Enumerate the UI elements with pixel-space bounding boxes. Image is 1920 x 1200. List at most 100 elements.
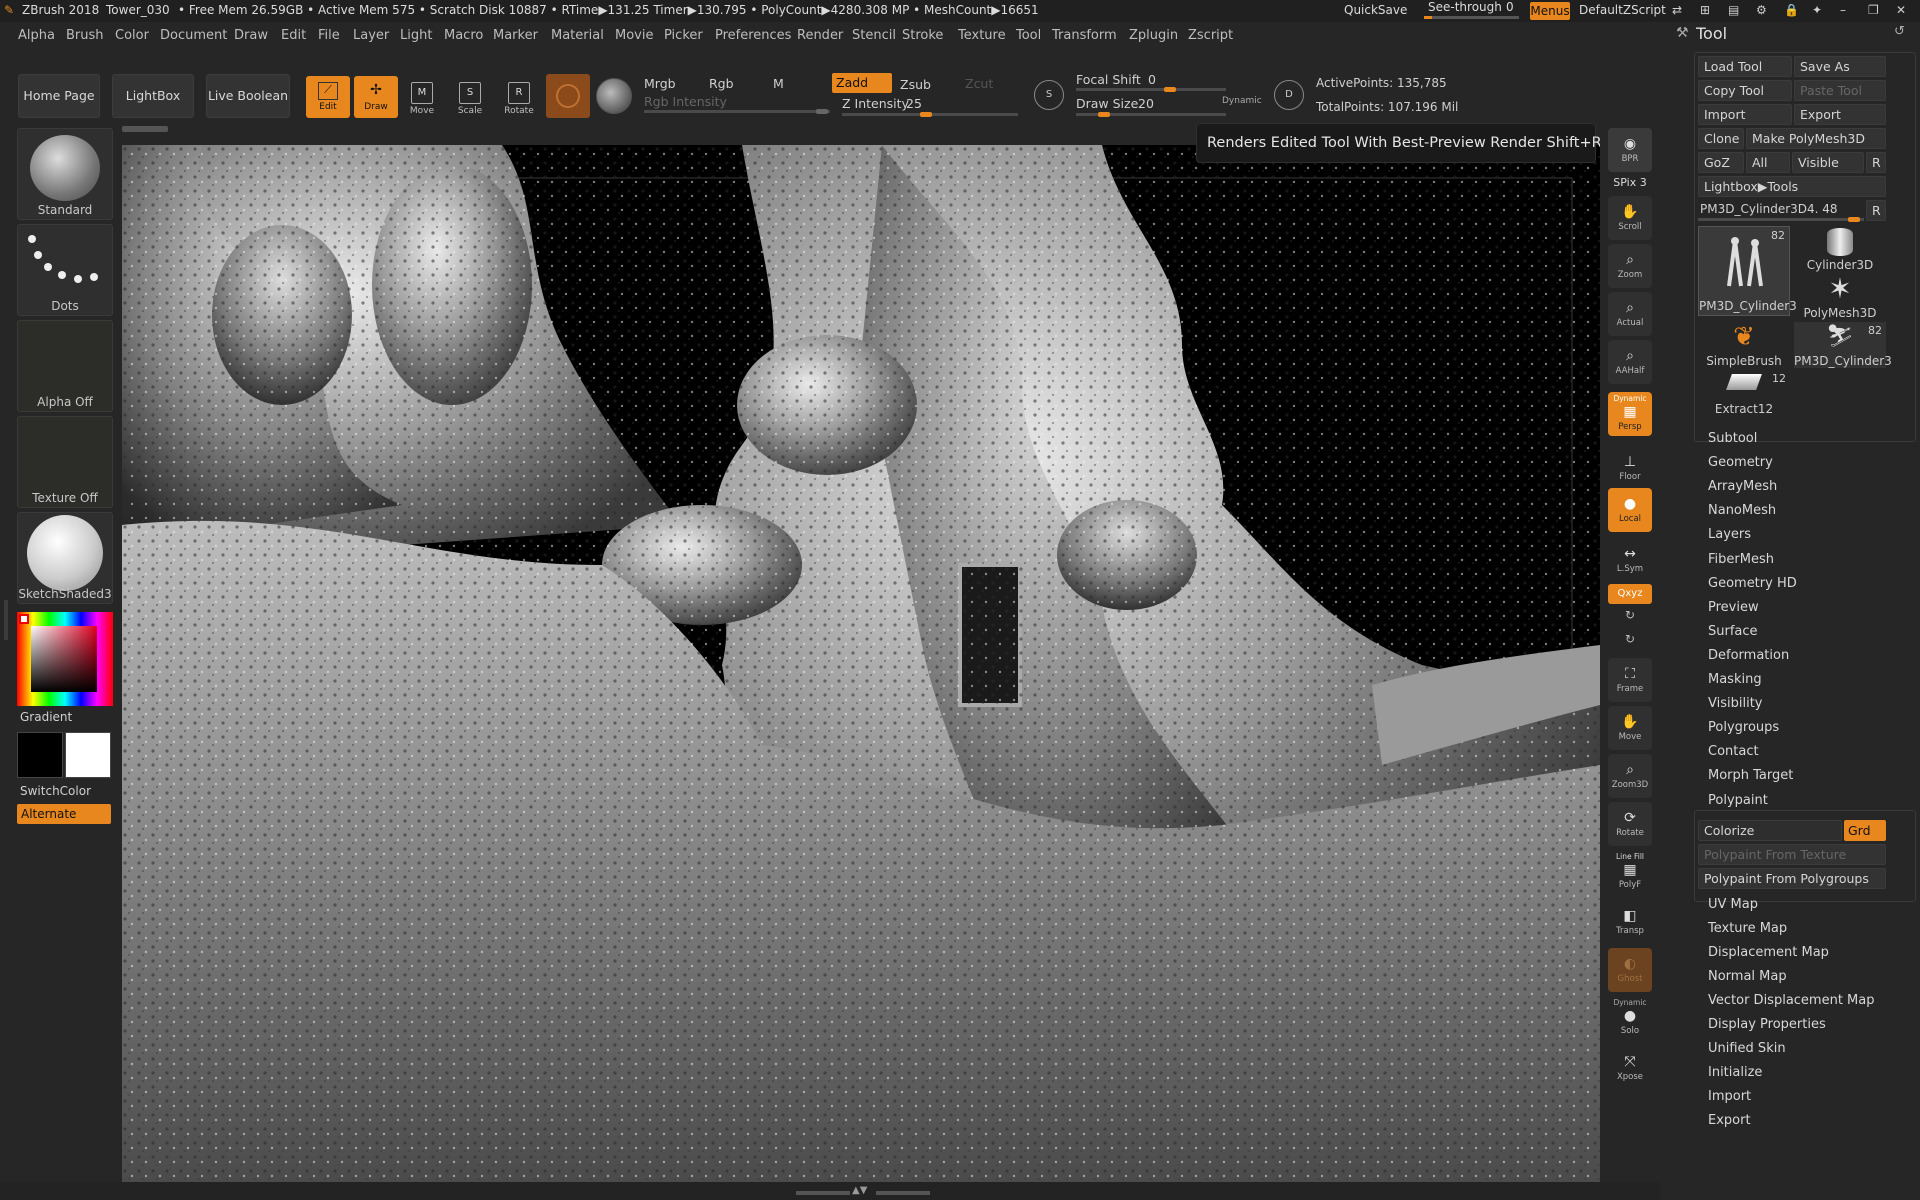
left-tray-collapse-handle[interactable]	[4, 600, 8, 640]
subpalette-polygroups[interactable]: Polygroups	[1708, 720, 1779, 735]
subpalette-texture-map[interactable]: Texture Map	[1708, 921, 1787, 936]
settings-icon[interactable]: ⚙	[1756, 3, 1767, 17]
move-view-button[interactable]: ✋ Move	[1608, 706, 1652, 750]
subpalette-normal-map[interactable]: Normal Map	[1708, 969, 1787, 984]
subpalette-contact[interactable]: Contact	[1708, 744, 1759, 759]
colorize-toggle[interactable]: Colorize	[1698, 820, 1842, 841]
see-through-slider[interactable]: See-through 0	[1424, 0, 1524, 20]
rotate-view-button[interactable]: ⟳ Rotate	[1608, 802, 1652, 846]
gradient-button[interactable]: Gradient	[20, 710, 72, 724]
menu-zplugin[interactable]: Zplugin	[1129, 28, 1178, 43]
save-as-button[interactable]: Save As	[1794, 56, 1886, 77]
home-page-button[interactable]: Home Page	[18, 74, 100, 118]
menu-document[interactable]: Document	[160, 28, 227, 43]
document-canvas[interactable]	[122, 145, 1600, 1182]
menu-texture[interactable]: Texture	[958, 28, 1006, 43]
layout-toggle-icon[interactable]: ⇄	[1672, 3, 1682, 17]
menu-color[interactable]: Color	[115, 28, 149, 43]
clone-button[interactable]: Clone	[1698, 128, 1744, 149]
material-picker[interactable]: SketchShaded3	[17, 512, 113, 604]
dock-icon[interactable]: ▤	[1728, 3, 1739, 17]
paste-tool-button[interactable]: Paste Tool	[1794, 80, 1886, 101]
rgb-button[interactable]: Rgb	[709, 76, 734, 91]
color-saturation-square[interactable]	[31, 626, 97, 692]
menu-stroke[interactable]: Stroke	[902, 28, 943, 43]
subpalette-layers[interactable]: Layers	[1708, 527, 1751, 542]
quicksave-button[interactable]: QuickSave	[1344, 3, 1407, 17]
edit-mode-button[interactable]: ⟋ Edit	[306, 76, 350, 118]
solo-button[interactable]: Dynamic ● Solo	[1608, 996, 1652, 1040]
draw-size-icon[interactable]: D	[1274, 80, 1304, 110]
menu-light[interactable]: Light	[400, 28, 432, 43]
subpalette-visibility[interactable]: Visibility	[1708, 696, 1762, 711]
transp-button[interactable]: ◧ Transp	[1608, 900, 1652, 944]
bottom-tray-handle-left[interactable]	[796, 1191, 850, 1195]
export-tool-button[interactable]: Export	[1794, 104, 1886, 125]
grd-button[interactable]: Grd	[1844, 820, 1886, 841]
brush-picker[interactable]: Standard	[17, 128, 113, 220]
menu-file[interactable]: File	[318, 28, 340, 43]
menu-material[interactable]: Material	[551, 28, 604, 43]
tool-thumb-pm3d-cylinder-2[interactable]: ⛷ 82 PM3D_Cylinder3	[1794, 322, 1892, 368]
menu-stencil[interactable]: Stencil	[852, 28, 896, 43]
script-icon[interactable]: ✦	[1812, 3, 1822, 17]
lightbox-tools-button[interactable]: Lightbox▶Tools	[1698, 176, 1886, 197]
subpalette-uv-map[interactable]: UV Map	[1708, 897, 1758, 912]
menu-layer[interactable]: Layer	[353, 28, 389, 43]
menu-render[interactable]: Render	[797, 28, 843, 43]
xpose-button[interactable]: ⤧ Xpose	[1608, 1046, 1652, 1090]
subpalette-geometry[interactable]: Geometry	[1708, 455, 1773, 470]
restore-icon[interactable]: ❐	[1868, 3, 1879, 17]
subpalette-export[interactable]: Export	[1708, 1113, 1751, 1128]
switchcolor-button[interactable]: SwitchColor	[20, 784, 91, 798]
rgb-intensity-slider[interactable]: Rgb Intensity	[644, 94, 830, 114]
menu-macro[interactable]: Macro	[444, 28, 483, 43]
subpalette-vector-displacement-map[interactable]: Vector Displacement Map	[1708, 993, 1875, 1008]
zoom3d-button[interactable]: ⌕ Zoom3D	[1608, 754, 1652, 798]
menu-draw[interactable]: Draw	[234, 28, 268, 43]
alpha-picker[interactable]: Alpha Off	[17, 320, 113, 412]
menu-preferences[interactable]: Preferences	[715, 28, 791, 43]
current-tool-slider[interactable]: PM3D_Cylinder3D4. 48	[1698, 200, 1864, 222]
bottom-tray-toggle-icon[interactable]: ▲▼	[852, 1185, 867, 1196]
mrgb-button[interactable]: Mrgb	[644, 76, 676, 91]
scroll-button[interactable]: ✋ Scroll	[1608, 196, 1652, 240]
subpalette-polypaint[interactable]: Polypaint	[1708, 793, 1768, 808]
document-tab-handle[interactable]	[122, 126, 168, 132]
menus-toggle-button[interactable]: Menus	[1530, 2, 1570, 20]
xyz-symmetry-button[interactable]: Qxyz	[1608, 584, 1652, 604]
aahalf-button[interactable]: ⌕ AAHalf	[1608, 340, 1652, 384]
tool-thumb-pm3d-cylinder-1[interactable]: 82 PM3D_Cylinder3	[1698, 226, 1797, 316]
subpalette-masking[interactable]: Masking	[1708, 672, 1762, 687]
import-tool-button[interactable]: Import	[1698, 104, 1792, 125]
scale-mode-button[interactable]: S Scale	[448, 76, 492, 120]
alternate-button[interactable]: Alternate	[17, 804, 111, 824]
goz-all-button[interactable]: All	[1746, 152, 1790, 173]
subpalette-initialize[interactable]: Initialize	[1708, 1065, 1762, 1080]
tool-thumb-cylinder3d[interactable]: Cylinder3D	[1794, 226, 1886, 272]
subpalette-deformation[interactable]: Deformation	[1708, 648, 1789, 663]
live-boolean-button[interactable]: Live Boolean	[206, 74, 290, 118]
subpalette-geometry-hd[interactable]: Geometry HD	[1708, 576, 1797, 591]
tool-thumb-polymesh3d[interactable]: ✶ PolyMesh3D	[1794, 274, 1886, 321]
zsub-button[interactable]: Zsub	[900, 77, 931, 92]
texture-picker[interactable]: Texture Off	[17, 416, 113, 508]
subpalette-fibermesh[interactable]: FiberMesh	[1708, 552, 1774, 567]
goz-visible-button[interactable]: Visible	[1792, 152, 1864, 173]
menu-brush[interactable]: Brush	[66, 28, 104, 43]
polypaint-from-polygroups-button[interactable]: Polypaint From Polygroups	[1698, 868, 1886, 889]
lightbox-button[interactable]: LightBox	[112, 74, 194, 118]
subpalette-nanomesh[interactable]: NanoMesh	[1708, 503, 1776, 518]
zcut-button[interactable]: Zcut	[965, 76, 993, 91]
polypaint-from-texture-button[interactable]: Polypaint From Texture	[1698, 844, 1886, 865]
secondary-color-swatch[interactable]	[65, 732, 111, 778]
lock-icon[interactable]: 🔒	[1784, 3, 1799, 17]
lsym-button[interactable]: ↔ L.Sym	[1608, 538, 1652, 582]
polyf-button[interactable]: Line Fill ▦ PolyF	[1608, 850, 1652, 894]
ghost-button[interactable]: ◐ Ghost	[1608, 948, 1652, 992]
subpalette-morph-target[interactable]: Morph Target	[1708, 768, 1793, 783]
rotate-mode-button[interactable]: R Rotate	[497, 76, 541, 120]
color-sphere-icon[interactable]	[596, 78, 632, 114]
close-icon[interactable]: ✕	[1896, 3, 1906, 17]
rotate-y-icon[interactable]: ↻	[1608, 608, 1652, 628]
